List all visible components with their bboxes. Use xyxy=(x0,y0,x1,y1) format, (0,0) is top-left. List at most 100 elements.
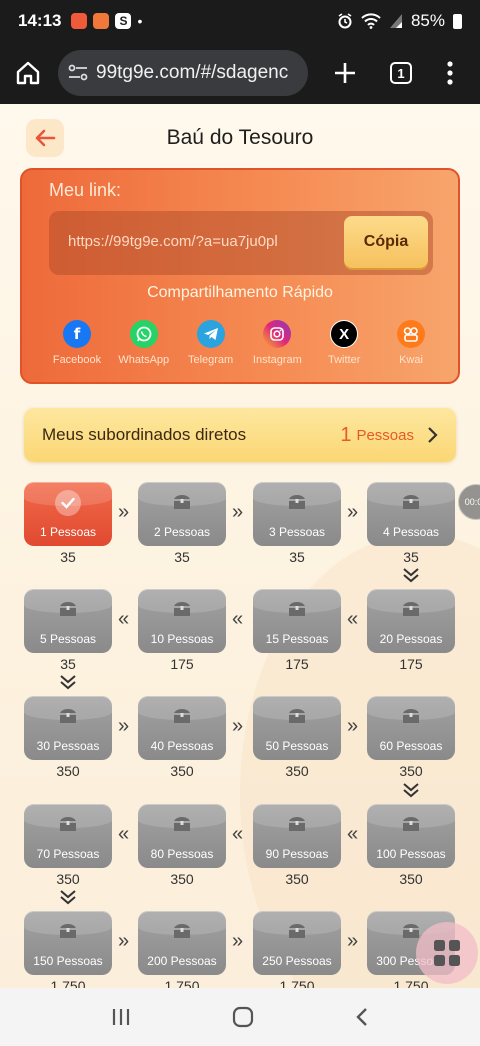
chest-icon xyxy=(58,922,78,945)
chest-reward: 1.750 xyxy=(50,978,86,988)
arrow-left-icon: « xyxy=(232,608,244,630)
share-twitter[interactable]: X Twitter xyxy=(311,320,377,366)
treasure-chest[interactable]: 70 Pessoas xyxy=(24,804,112,868)
chest-icon xyxy=(58,600,78,623)
new-tab-icon[interactable] xyxy=(332,60,358,86)
arrow-left-icon: « xyxy=(347,608,359,630)
arrow-right-icon: » xyxy=(347,930,359,952)
chest-icon xyxy=(58,815,78,838)
chest-label: 40 Pessoas xyxy=(150,739,214,753)
chest-reward: 35 xyxy=(289,549,305,565)
arrow-down-icon xyxy=(60,890,76,905)
page-title: Baú do Tesouro xyxy=(166,126,314,149)
chest-label: 200 Pessoas xyxy=(147,954,217,968)
treasure-chest[interactable]: 3 Pessoas xyxy=(253,482,341,546)
notification-app-icon xyxy=(71,13,88,29)
address-bar[interactable]: 99tg9e.com/#/sdagenc xyxy=(58,50,308,96)
chest-reward: 35 xyxy=(403,549,419,565)
chest-icon xyxy=(172,815,192,838)
chest-label: 250 Pessoas xyxy=(262,954,332,968)
share-whatsapp[interactable]: WhatsApp xyxy=(111,320,177,366)
x-twitter-icon: X xyxy=(330,320,359,348)
chest-icon xyxy=(58,707,78,730)
chest-reward: 350 xyxy=(285,871,309,887)
treasure-chest[interactable]: 80 Pessoas xyxy=(138,804,226,868)
treasure-page: Baú do Tesouro Meu link: https://99tg9e.… xyxy=(0,104,480,988)
chest-reward: 35 xyxy=(174,549,190,565)
chest-reward: 350 xyxy=(170,871,194,887)
chest-icon xyxy=(401,707,421,730)
tab-switcher-button[interactable]: 1 xyxy=(390,62,412,84)
chest-label: 1 Pessoas xyxy=(39,525,97,539)
treasure-chest[interactable]: 250 Pessoas xyxy=(253,911,341,975)
chest-reward: 35 xyxy=(60,549,76,565)
share-label: Instagram xyxy=(252,354,302,366)
treasure-chest[interactable]: 150 Pessoas xyxy=(24,911,112,975)
kwai-icon xyxy=(396,320,425,348)
chest-label: 100 Pessoas xyxy=(376,847,446,861)
chest-label: 10 Pessoas xyxy=(150,632,214,646)
share-instagram[interactable]: Instagram xyxy=(244,320,310,366)
invite-link-field[interactable]: https://99tg9e.com/?a=ua7ju0pl Cópia xyxy=(49,211,433,275)
recent-apps-icon[interactable] xyxy=(110,1007,132,1027)
chest-label: 20 Pessoas xyxy=(379,632,443,646)
battery-icon xyxy=(453,13,462,29)
treasure-chest[interactable]: 200 Pessoas xyxy=(138,911,226,975)
share-label: Twitter xyxy=(327,354,361,366)
url-text: 99tg9e.com/#/sdagenc xyxy=(96,62,289,83)
arrow-left-icon: « xyxy=(118,823,130,845)
chest-icon xyxy=(401,815,421,838)
share-label: Kwai xyxy=(399,354,423,366)
treasure-chest[interactable]: 90 Pessoas xyxy=(253,804,341,868)
copy-button[interactable]: Cópia xyxy=(344,216,428,268)
share-telegram[interactable]: Telegram xyxy=(178,320,244,366)
side-timer[interactable]: 00:02 xyxy=(458,484,480,520)
treasure-chest[interactable]: 50 Pessoas xyxy=(253,696,341,760)
chest-icon xyxy=(172,600,192,623)
arrow-right-icon: » xyxy=(118,715,130,737)
chest-reward: 350 xyxy=(285,763,309,779)
treasure-chest[interactable]: 40 Pessoas xyxy=(138,696,226,760)
treasure-chest[interactable]: 100 Pessoas xyxy=(367,804,455,868)
share-title: Compartilhamento Rápido xyxy=(147,284,333,301)
treasure-chest[interactable]: 1 Pessoas xyxy=(24,482,112,546)
treasure-chest[interactable]: 2 Pessoas xyxy=(138,482,226,546)
check-icon xyxy=(55,490,81,516)
wifi-icon xyxy=(361,13,381,29)
share-row: f Facebook WhatsApp Telegram Instagram X… xyxy=(44,320,444,366)
chest-icon xyxy=(287,707,307,730)
direct-subordinates-bar[interactable]: Meus subordinados diretos 1 Pessoas xyxy=(24,408,456,462)
site-settings-icon[interactable] xyxy=(68,64,88,82)
share-kwai[interactable]: Kwai xyxy=(378,320,444,366)
chevron-right-icon xyxy=(428,427,438,443)
home-nav-icon[interactable] xyxy=(231,1005,255,1029)
chest-reward: 175 xyxy=(399,656,423,672)
chest-label: 90 Pessoas xyxy=(265,847,329,861)
back-nav-icon[interactable] xyxy=(354,1006,370,1028)
chest-icon xyxy=(401,493,421,516)
treasure-chest[interactable]: 30 Pessoas xyxy=(24,696,112,760)
share-facebook[interactable]: f Facebook xyxy=(44,320,110,366)
treasure-chest[interactable]: 15 Pessoas xyxy=(253,589,341,653)
invite-link-url: https://99tg9e.com/?a=ua7ju0pl xyxy=(68,233,278,250)
subordinates-unit: Pessoas xyxy=(356,426,414,444)
status-time: 14:13 xyxy=(18,11,62,30)
chest-label: 50 Pessoas xyxy=(265,739,329,753)
more-menu-icon[interactable] xyxy=(446,60,454,86)
treasure-chest[interactable]: 20 Pessoas xyxy=(367,589,455,653)
treasure-chest[interactable]: 10 Pessoas xyxy=(138,589,226,653)
chest-reward: 350 xyxy=(170,763,194,779)
treasure-chest[interactable]: 60 Pessoas xyxy=(367,696,455,760)
arrow-left-icon: « xyxy=(232,823,244,845)
chest-label: 4 Pessoas xyxy=(382,525,440,539)
chest-reward: 175 xyxy=(285,656,309,672)
home-icon[interactable] xyxy=(14,59,42,87)
arrow-right-icon: » xyxy=(232,930,244,952)
arrow-right-icon: » xyxy=(118,930,130,952)
treasure-chest[interactable]: 4 Pessoas xyxy=(367,482,455,546)
chest-icon xyxy=(172,493,192,516)
treasure-chest[interactable]: 5 Pessoas xyxy=(24,589,112,653)
floating-menu-button[interactable] xyxy=(416,922,478,984)
chest-icon xyxy=(172,707,192,730)
notification-dot-icon: • xyxy=(137,13,143,29)
